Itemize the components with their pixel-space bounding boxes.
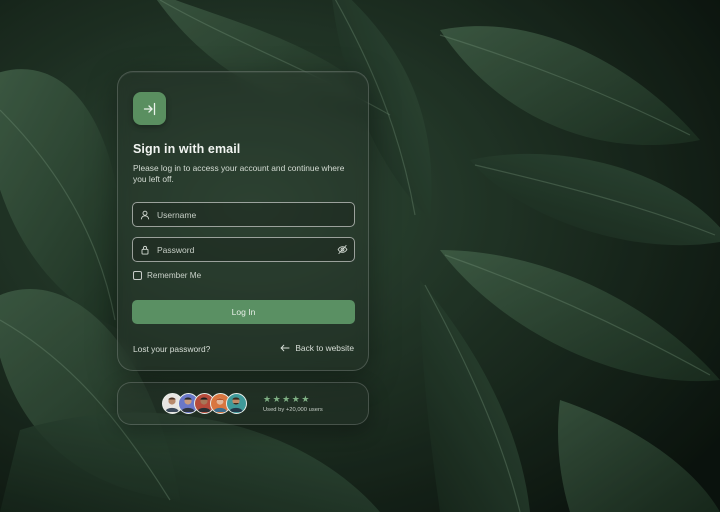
star-icon: ★ — [301, 394, 310, 404]
lost-password-link[interactable]: Lost your password? — [133, 344, 210, 354]
rating-stars: ★ ★ ★ ★ ★ — [263, 395, 309, 404]
used-by-text: Used by +20,000 users — [263, 407, 323, 413]
page-subtitle: Please log in to access your account and… — [133, 163, 345, 184]
login-card: Sign in with email Please log in to acce… — [117, 71, 369, 371]
login-button[interactable]: Log In — [132, 300, 355, 324]
username-field[interactable] — [132, 202, 355, 227]
remember-checkbox[interactable] — [133, 271, 142, 280]
back-to-website-link[interactable]: Back to website — [280, 343, 354, 353]
star-icon: ★ — [291, 394, 300, 404]
star-icon: ★ — [272, 394, 281, 404]
social-proof-card: ★ ★ ★ ★ ★ Used by +20,000 users — [117, 382, 369, 425]
star-icon: ★ — [282, 394, 291, 404]
back-label: Back to website — [295, 343, 354, 353]
page-title: Sign in with email — [133, 142, 241, 156]
eye-off-icon[interactable] — [330, 238, 354, 261]
login-arrow-icon — [143, 102, 155, 115]
star-icon: ★ — [263, 394, 272, 404]
password-input[interactable] — [157, 244, 330, 255]
lock-icon — [133, 238, 157, 261]
login-logo — [133, 92, 166, 125]
arrow-left-icon — [281, 344, 290, 352]
password-field[interactable] — [132, 237, 355, 262]
user-icon — [133, 203, 157, 226]
avatar-group — [162, 393, 258, 415]
avatar — [226, 393, 247, 414]
username-input[interactable] — [157, 209, 354, 220]
remember-me[interactable]: Remember Me — [133, 271, 201, 280]
remember-label: Remember Me — [147, 271, 202, 280]
